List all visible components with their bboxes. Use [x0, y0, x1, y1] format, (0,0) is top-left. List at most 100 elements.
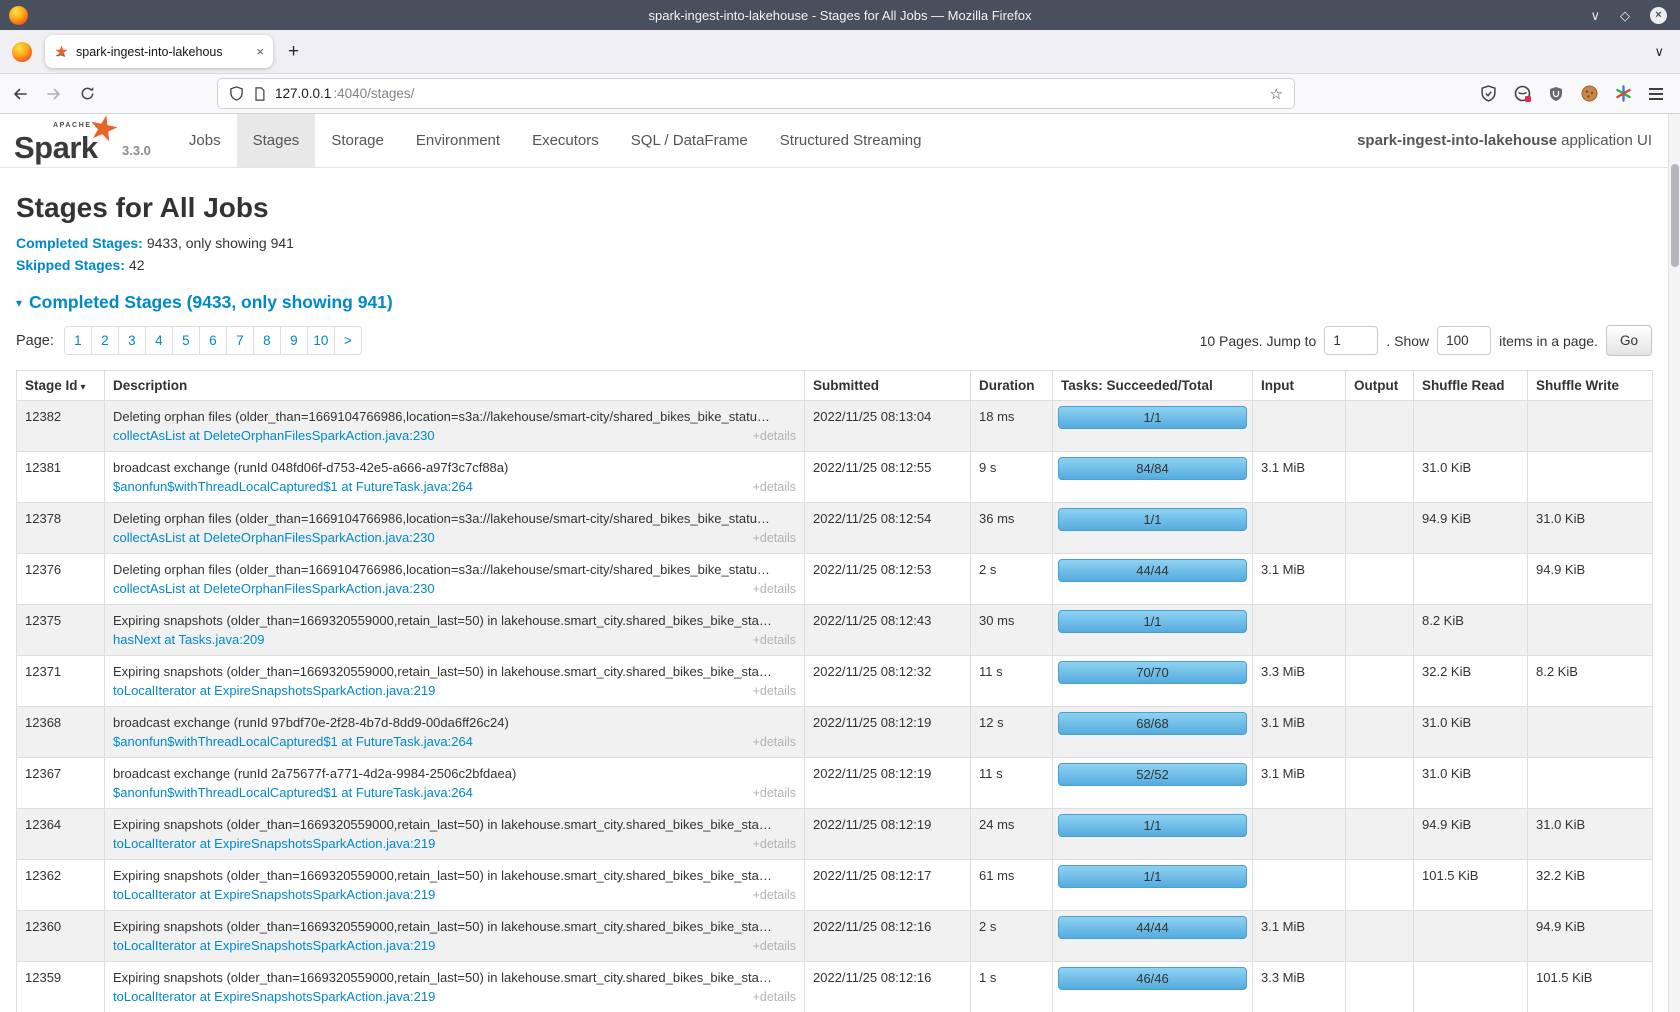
firefox-view-icon[interactable] [12, 42, 32, 62]
extension-shield-check-icon[interactable] [1480, 85, 1497, 102]
stage-callsite-link[interactable]: toLocalIterator at ExpireSnapshotsSparkA… [113, 987, 796, 1006]
header-input[interactable]: Input [1253, 371, 1346, 401]
back-button[interactable] [12, 86, 28, 102]
stage-callsite-link[interactable]: toLocalIterator at ExpireSnapshotsSparkA… [113, 936, 796, 955]
description-cell: Expiring snapshots (older_than=166932055… [105, 656, 805, 707]
pagination-page-button[interactable]: 4 [145, 326, 173, 355]
details-toggle[interactable]: +details [753, 886, 796, 905]
header-stage-id[interactable]: Stage Id▾ [17, 371, 105, 401]
nav-item-storage[interactable]: Storage [315, 114, 400, 167]
stage-callsite-link[interactable]: toLocalIterator at ExpireSnapshotsSparkA… [113, 834, 796, 853]
completed-stages-link[interactable]: Completed Stages: [16, 235, 143, 251]
stage-row: 12382 Deleting orphan files (older_than=… [17, 401, 1653, 452]
go-button[interactable]: Go [1606, 325, 1652, 356]
header-output[interactable]: Output [1346, 371, 1414, 401]
submitted-cell: 2022/11/25 08:12:16 [805, 911, 971, 962]
input-cell: 3.1 MiB [1253, 452, 1346, 503]
bookmark-star-icon[interactable]: ☆ [1270, 85, 1283, 103]
stages-table: Stage Id▾ Description Submitted Duration… [16, 370, 1653, 1012]
pagination-page-button[interactable]: 7 [226, 326, 254, 355]
details-toggle[interactable]: +details [753, 427, 796, 446]
shuffle-write-cell: 31.0 KiB [1528, 809, 1653, 860]
nav-item-environment[interactable]: Environment [400, 114, 516, 167]
nav-item-jobs[interactable]: Jobs [173, 114, 237, 167]
pagination-page-button[interactable]: 8 [253, 326, 281, 355]
details-toggle[interactable]: +details [753, 937, 796, 956]
pagination-page-button[interactable]: 3 [118, 326, 146, 355]
details-toggle[interactable]: +details [753, 733, 796, 752]
stage-callsite-link[interactable]: toLocalIterator at ExpireSnapshotsSparkA… [113, 885, 796, 904]
stage-description: Deleting orphan files (older_than=166910… [113, 560, 796, 579]
output-cell [1346, 860, 1414, 911]
spark-version: 3.3.0 [122, 143, 151, 167]
spark-nav-items: Jobs Stages Storage Environment Executor… [173, 114, 938, 167]
pagination-page-button[interactable]: 5 [172, 326, 200, 355]
page-title: Stages for All Jobs [16, 192, 1652, 224]
details-toggle[interactable]: +details [753, 529, 796, 548]
details-toggle[interactable]: +details [753, 988, 796, 1007]
description-cell: Expiring snapshots (older_than=166932055… [105, 962, 805, 1012]
stage-callsite-link[interactable]: collectAsList at DeleteOrphanFilesSparkA… [113, 528, 796, 547]
extension-cookie-icon[interactable] [1581, 85, 1598, 102]
shuffle-write-cell: 31.0 KiB [1528, 503, 1653, 554]
window-close-button[interactable]: × [1650, 7, 1667, 24]
pagination-page-button[interactable]: 2 [91, 326, 119, 355]
stage-callsite-link[interactable]: $anonfun$withThreadLocalCaptured$1 at Fu… [113, 732, 796, 751]
skipped-stages-link[interactable]: Skipped Stages: [16, 257, 125, 273]
nav-item-stages[interactable]: Stages [237, 114, 316, 167]
scrollbar-thumb[interactable] [1671, 164, 1679, 267]
details-toggle[interactable]: +details [753, 835, 796, 854]
nav-item-sql-dataframe[interactable]: SQL / DataFrame [615, 114, 764, 167]
window-minimize-button[interactable]: ∨ [1590, 9, 1600, 22]
header-submitted[interactable]: Submitted [805, 371, 971, 401]
pagination-page-button[interactable]: 6 [199, 326, 227, 355]
stage-callsite-link[interactable]: toLocalIterator at ExpireSnapshotsSparkA… [113, 681, 796, 700]
extension-mask-icon[interactable] [1514, 85, 1531, 102]
page-info-icon[interactable] [253, 87, 266, 101]
url-bar[interactable]: 127.0.0.1 :4040/stages/ ☆ [217, 78, 1295, 109]
stage-callsite-link[interactable]: hasNext at Tasks.java:209 [113, 630, 796, 649]
duration-cell: 12 s [971, 707, 1053, 758]
window-maximize-button[interactable]: ◇ [1620, 9, 1630, 22]
header-duration[interactable]: Duration [971, 371, 1053, 401]
pagination-page-button[interactable]: 1 [64, 326, 92, 355]
pagination-page-button[interactable]: > [334, 326, 362, 355]
page-scrollbar[interactable] [1668, 114, 1680, 1012]
stage-callsite-link[interactable]: collectAsList at DeleteOrphanFilesSparkA… [113, 426, 796, 445]
completed-stages-section-toggle[interactable]: ▾ Completed Stages (9433, only showing 9… [16, 292, 1652, 313]
pagination-page-button[interactable]: 10 [307, 326, 335, 355]
stage-callsite-link[interactable]: $anonfun$withThreadLocalCaptured$1 at Fu… [113, 477, 796, 496]
header-description[interactable]: Description [105, 371, 805, 401]
hamburger-menu-icon[interactable] [1649, 88, 1663, 100]
items-per-page-input[interactable] [1437, 326, 1491, 355]
submitted-cell: 2022/11/25 08:12:17 [805, 860, 971, 911]
new-tab-button[interactable]: + [288, 42, 299, 61]
spark-logo[interactable]: APACHE Spark [14, 114, 122, 167]
browser-tab[interactable]: spark-ingest-into-lakehous × [45, 35, 273, 68]
details-toggle[interactable]: +details [753, 478, 796, 497]
nav-item-executors[interactable]: Executors [516, 114, 615, 167]
nav-item-structured-streaming[interactable]: Structured Streaming [764, 114, 938, 167]
reload-button[interactable] [80, 86, 95, 101]
tab-close-icon[interactable]: × [256, 45, 264, 58]
description-cell: broadcast exchange (runId 2a75677f-a771-… [105, 758, 805, 809]
tracking-protection-shield-icon[interactable] [229, 86, 244, 101]
details-toggle[interactable]: +details [753, 682, 796, 701]
window-titlebar: spark-ingest-into-lakehouse - Stages for… [0, 0, 1680, 30]
details-toggle[interactable]: +details [753, 784, 796, 803]
pagination-page-button[interactable]: 9 [280, 326, 308, 355]
stage-callsite-link[interactable]: $anonfun$withThreadLocalCaptured$1 at Fu… [113, 783, 796, 802]
details-toggle[interactable]: +details [753, 580, 796, 599]
header-tasks[interactable]: Tasks: Succeeded/Total [1053, 371, 1253, 401]
details-toggle[interactable]: +details [753, 631, 796, 650]
extension-colorful-asterisk-icon[interactable] [1615, 85, 1632, 102]
jump-to-page-input[interactable] [1324, 326, 1378, 355]
forward-button[interactable] [46, 86, 62, 102]
list-tabs-chevron-icon[interactable]: ∨ [1654, 44, 1664, 60]
header-shuffle-write[interactable]: Shuffle Write [1528, 371, 1653, 401]
stage-callsite-link[interactable]: collectAsList at DeleteOrphanFilesSparkA… [113, 579, 796, 598]
extension-ublock-icon[interactable] [1548, 86, 1564, 102]
tasks-cell: 1/1 [1053, 809, 1253, 860]
header-shuffle-read[interactable]: Shuffle Read [1414, 371, 1528, 401]
tab-bar: spark-ingest-into-lakehous × + ∨ [0, 30, 1680, 74]
